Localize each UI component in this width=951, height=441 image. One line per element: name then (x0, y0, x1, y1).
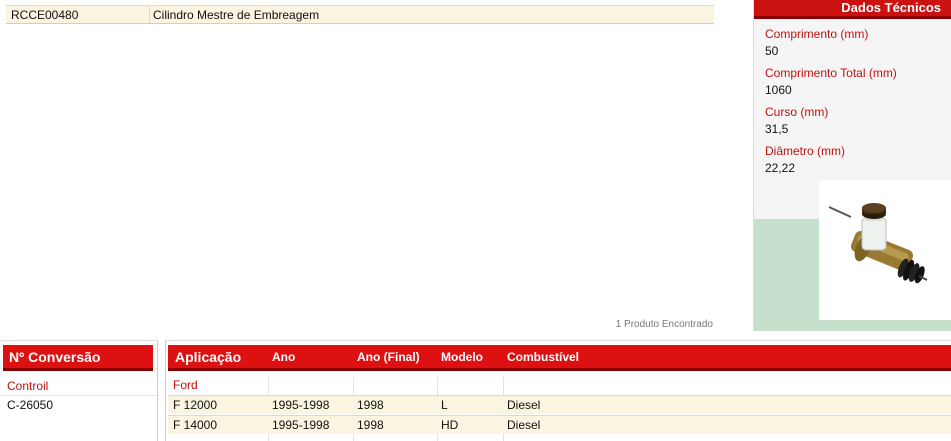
fuel-cell: Diesel (507, 398, 541, 412)
spec-label: Comprimento Total (mm) (765, 66, 897, 80)
spec-value: 22,22 (765, 161, 796, 175)
conversion-panel: Nº Conversão Controil C-26050 (0, 340, 158, 441)
conversion-title: Nº Conversão (3, 345, 153, 371)
application-brand-row: Ford (168, 376, 951, 395)
application-table: Aplicação Ano Ano (Final) Modelo Combust… (165, 340, 951, 441)
spec-label: Comprimento (mm) (765, 27, 869, 41)
table-row[interactable]: F 12000 1995-1998 1998 L Diesel (168, 395, 951, 414)
previous-row-cut (6, 0, 714, 6)
model-cell: HD (441, 418, 459, 432)
application-header: Aplicação Ano Ano (Final) Modelo Combust… (168, 345, 951, 371)
vehicle-cell: F 12000 (173, 398, 218, 412)
spec-value: 31,5 (765, 122, 789, 136)
conversion-brand: Controil (7, 379, 49, 393)
product-photo[interactable] (819, 180, 951, 320)
spec-label: Curso (mm) (765, 105, 829, 119)
table-row[interactable]: RCCE00480 Cilindro Mestre de Embreagem (6, 6, 714, 24)
results-count-text: 1 Produto Encontrado (615, 319, 713, 330)
spec-value: 1060 (765, 83, 792, 97)
spec-label: Diâmetro (mm) (765, 144, 845, 158)
model-cell: L (441, 398, 448, 412)
fuel-cell: Diesel (507, 418, 541, 432)
spec-value: 50 (765, 44, 779, 58)
technical-data-title: Dados Técnicos (754, 0, 951, 19)
column-header-model[interactable]: Modelo (441, 345, 483, 369)
technical-spec-list: Comprimento (mm) 50 Comprimento Total (m… (754, 19, 951, 175)
product-code-cell[interactable]: RCCE00480 (6, 6, 150, 23)
technical-data-panel: Dados Técnicos Comprimento (mm) 50 Compr… (753, 0, 951, 331)
year-cell: 1995-1998 (272, 418, 330, 432)
application-title: Aplicação (175, 349, 242, 365)
product-description-cell[interactable]: Cilindro Mestre de Embreagem (150, 6, 714, 23)
column-header-year-final[interactable]: Ano (Final) (357, 345, 420, 369)
clutch-master-cylinder-image (828, 203, 928, 284)
conversion-code[interactable]: C-26050 (0, 395, 157, 413)
product-results-table: RCCE00480 Cilindro Mestre de Embreagem (6, 0, 714, 24)
table-row[interactable]: F 14000 1995-1998 1998 HD Diesel (168, 415, 951, 434)
column-header-fuel[interactable]: Combustível (507, 345, 579, 369)
vehicle-brand: Ford (173, 378, 198, 392)
column-header-year[interactable]: Ano (272, 345, 295, 369)
year-cell: 1995-1998 (272, 398, 330, 412)
year-final-cell: 1998 (357, 418, 384, 432)
year-final-cell: 1998 (357, 398, 384, 412)
vehicle-cell: F 14000 (173, 418, 218, 432)
